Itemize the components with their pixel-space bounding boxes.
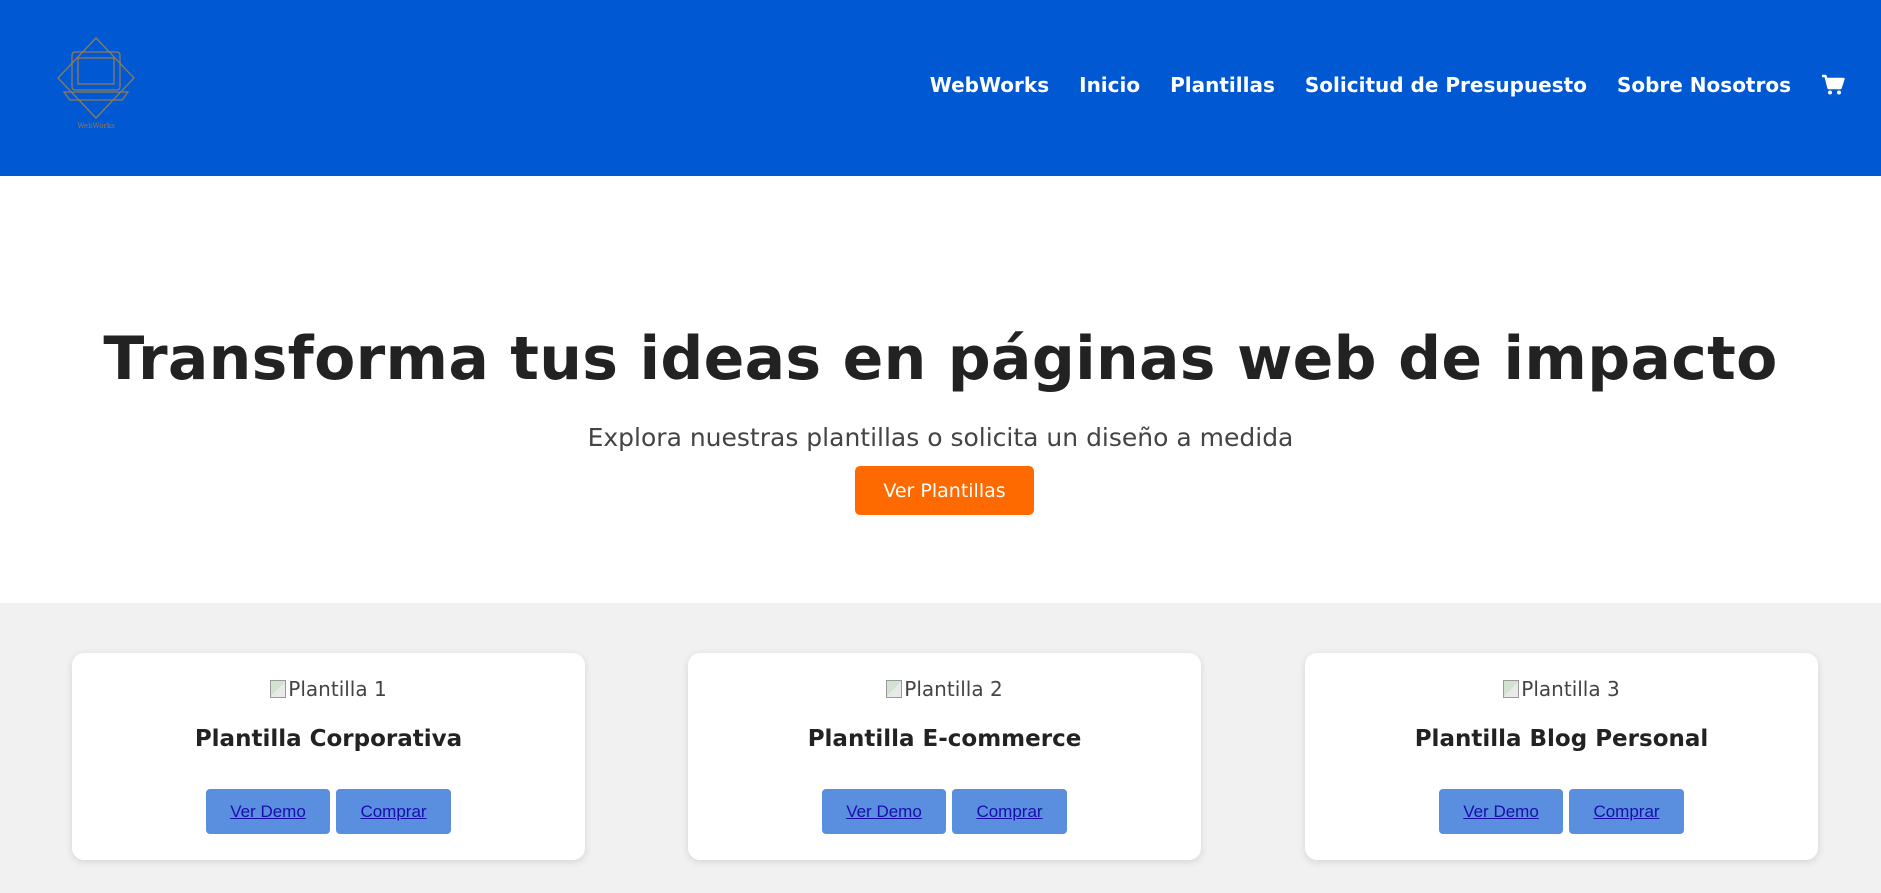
cart-icon[interactable] bbox=[1821, 74, 1845, 96]
nav-link-presupuesto[interactable]: Solicitud de Presupuesto bbox=[1305, 73, 1587, 97]
nav-link-plantillas[interactable]: Plantillas bbox=[1170, 73, 1275, 97]
template-title: Plantilla Blog Personal bbox=[1414, 726, 1709, 752]
broken-image-icon bbox=[886, 680, 903, 698]
main-nav: WebWorks Inicio Plantillas Solicitud de … bbox=[930, 70, 1845, 100]
template-actions: Ver Demo Comprar bbox=[688, 789, 1201, 834]
nav-link-sobre-nosotros[interactable]: Sobre Nosotros bbox=[1617, 73, 1791, 97]
template-title: Plantilla Corporativa bbox=[194, 726, 463, 752]
template-actions: Ver Demo Comprar bbox=[72, 789, 585, 834]
template-image: Plantilla 2 bbox=[688, 677, 1201, 701]
broken-image-icon bbox=[270, 680, 287, 698]
nav-link-webworks[interactable]: WebWorks bbox=[930, 73, 1049, 97]
ver-demo-button[interactable]: Ver Demo bbox=[1439, 789, 1563, 834]
template-card-ecommerce: Plantilla 2 Plantilla E-commerce Ver Dem… bbox=[688, 653, 1201, 860]
ver-plantillas-button[interactable]: Ver Plantillas bbox=[855, 466, 1034, 515]
template-image-alt: Plantilla 1 bbox=[288, 677, 387, 701]
template-image-alt: Plantilla 3 bbox=[1521, 677, 1620, 701]
nav-link-inicio[interactable]: Inicio bbox=[1079, 73, 1140, 97]
template-image: Plantilla 3 bbox=[1305, 677, 1818, 701]
comprar-button[interactable]: Comprar bbox=[336, 789, 451, 834]
comprar-button[interactable]: Comprar bbox=[1569, 789, 1684, 834]
webworks-logo[interactable]: WebWorks bbox=[52, 34, 140, 130]
ver-demo-button[interactable]: Ver Demo bbox=[206, 789, 330, 834]
laptop-logo-icon: WebWorks bbox=[57, 37, 135, 130]
hero-title: Transforma tus ideas en páginas web de i… bbox=[103, 324, 1778, 394]
template-actions: Ver Demo Comprar bbox=[1305, 789, 1818, 834]
template-image: Plantilla 1 bbox=[72, 677, 585, 701]
hero-subtitle: Explora nuestras plantillas o solicita u… bbox=[587, 423, 1294, 452]
comprar-button[interactable]: Comprar bbox=[952, 789, 1067, 834]
logo-text: WebWorks bbox=[77, 122, 115, 130]
template-card-corporativa: Plantilla 1 Plantilla Corporativa Ver De… bbox=[72, 653, 585, 860]
template-image-alt: Plantilla 2 bbox=[904, 677, 1003, 701]
template-title: Plantilla E-commerce bbox=[807, 726, 1082, 752]
template-card-blog: Plantilla 3 Plantilla Blog Personal Ver … bbox=[1305, 653, 1818, 860]
ver-demo-button[interactable]: Ver Demo bbox=[822, 789, 946, 834]
site-header: WebWorks WebWorks Inicio Plantillas Soli… bbox=[0, 0, 1881, 176]
hero-section: Transforma tus ideas en páginas web de i… bbox=[0, 176, 1881, 603]
broken-image-icon bbox=[1503, 680, 1520, 698]
templates-section: Plantilla 1 Plantilla Corporativa Ver De… bbox=[0, 603, 1881, 893]
